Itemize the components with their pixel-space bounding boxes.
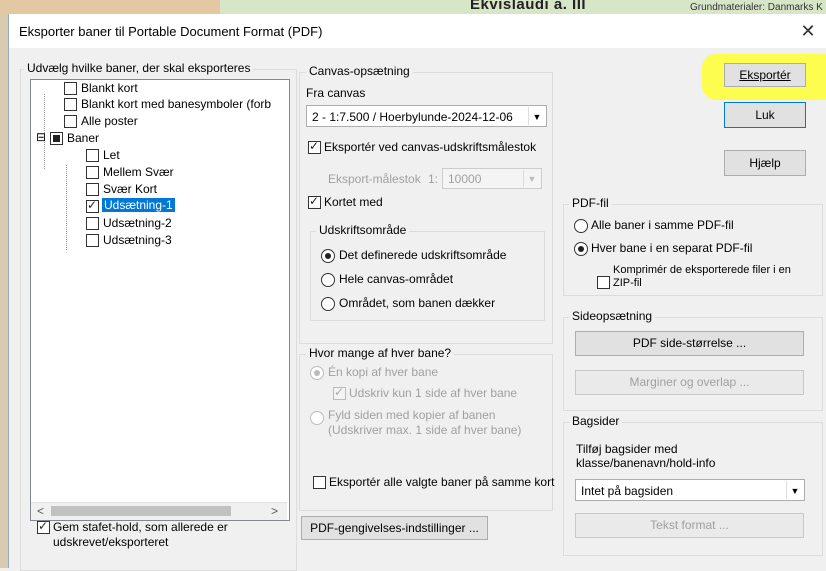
course-tree[interactable]: Blankt kort Blankt kort med banesymboler… xyxy=(30,79,290,521)
radio-defined-area[interactable] xyxy=(321,249,335,263)
checkbox-save-relay[interactable]: ✓ xyxy=(37,519,50,534)
chevron-down-icon: ▼ xyxy=(786,481,803,499)
checkbox-blank-map[interactable] xyxy=(64,82,77,95)
checkbox-blank-map-symbols[interactable] xyxy=(64,98,77,111)
collapse-icon[interactable]: ⊟ xyxy=(36,130,46,144)
back-pages-group-title: Bagsider xyxy=(569,414,623,428)
export-scale-label: Eksport-målestok xyxy=(328,172,421,186)
radio-all-same-pdf[interactable] xyxy=(574,219,588,233)
scroll-left-icon[interactable]: < xyxy=(37,504,44,518)
radio-dot xyxy=(314,370,320,376)
pdf-file-group-title: PDF-fil xyxy=(569,196,612,210)
courses-group-title: Udvælg hvilke baner, der skal eksportere… xyxy=(24,61,254,75)
radio-dot xyxy=(325,253,331,259)
checkbox-all-controls[interactable] xyxy=(64,115,77,128)
checkbox-udsaetning-1[interactable]: ✓ xyxy=(86,198,99,213)
fill-page-note: (Udskriver max. 1 side af hver bane) xyxy=(328,423,522,437)
checkbox-courses[interactable] xyxy=(50,132,63,145)
tree-item-mellem-svaer[interactable]: Mellem Svær xyxy=(103,165,174,179)
background-map-edge xyxy=(0,16,8,568)
tree-item-let[interactable]: Let xyxy=(103,148,120,162)
title-bar: Eksporter baner til Portable Document Fo… xyxy=(9,14,826,48)
export-scale-value: 10000 xyxy=(448,172,482,186)
tree-item-all-controls[interactable]: Alle poster xyxy=(81,114,138,128)
radio-whole-canvas-label: Hele canvas-området xyxy=(339,272,454,286)
checkbox-svaer-kort[interactable] xyxy=(86,183,99,196)
checkbox-udsaetning-3[interactable] xyxy=(86,234,99,247)
back-pages-description-line1: Tilføj bagsider med xyxy=(576,442,678,456)
scroll-right-icon[interactable]: > xyxy=(271,504,278,518)
canvas-select[interactable]: 2 - 1:7.500 / Hoerbylunde-2024-12-06 ▼ xyxy=(306,105,547,127)
print-area-title: Udskriftsområde xyxy=(316,223,410,237)
tree-item-blank-map-symbols[interactable]: Blankt kort med banesymboler (forb xyxy=(81,97,271,111)
checkbox-udsaetning-2[interactable] xyxy=(86,217,99,230)
export-canvas-scale-label: Eksportér ved canvas-udskriftsmålestok xyxy=(324,140,537,154)
tree-item-courses[interactable]: Baner xyxy=(67,131,99,145)
checkmark-icon: ✓ xyxy=(309,194,320,208)
margins-button[interactable]: Marginer og overlap ... xyxy=(575,370,804,395)
tree-item-blank-map[interactable]: Blankt kort xyxy=(81,81,138,95)
page-size-button[interactable]: PDF side-størrelse ... xyxy=(575,331,804,356)
help-button[interactable]: Hjælp xyxy=(724,150,806,176)
one-side-only-label: Udskriv kun 1 side af hver bane xyxy=(349,386,518,400)
checkbox-let[interactable] xyxy=(86,149,99,162)
copies-group-title: Hvor mange af hver bane? xyxy=(306,346,455,360)
canvas-group-title: Canvas-opsætning xyxy=(306,64,413,78)
back-pages-description-line2: klasse/banenavn/hold-info xyxy=(576,456,716,470)
export-button[interactable]: Eksportér xyxy=(724,63,806,87)
checkbox-mellem-svaer[interactable] xyxy=(86,166,99,179)
radio-all-same-pdf-label: Alle baner i samme PDF-fil xyxy=(591,218,734,232)
tree-item-udsaetning-3[interactable]: Udsætning-3 xyxy=(103,233,172,247)
scrollbar-thumb[interactable] xyxy=(51,506,231,516)
from-canvas-label: Fra canvas xyxy=(306,86,366,100)
radio-fill-page-label: Fyld siden med kopier af banen xyxy=(328,408,496,422)
radio-course-area[interactable] xyxy=(321,297,335,311)
save-relay-label: Gem stafet-hold, som allerede er udskrev… xyxy=(53,520,228,549)
radio-one-copy[interactable] xyxy=(310,366,324,380)
partial-check-icon xyxy=(53,135,60,142)
map-info: Grundmaterialer: Danmarks K xyxy=(690,2,823,13)
radio-whole-canvas[interactable] xyxy=(321,273,335,287)
checkbox-export-canvas-scale[interactable]: ✓ xyxy=(308,139,321,154)
back-pages-select-value: Intet på bagsiden xyxy=(581,484,674,498)
chevron-down-icon: ▼ xyxy=(528,107,545,125)
checkmark-icon: ✓ xyxy=(87,198,98,212)
checkmark-icon: ✓ xyxy=(309,139,320,153)
checkbox-with-map[interactable]: ✓ xyxy=(308,194,321,209)
render-settings-button[interactable]: PDF-gengivelses-indstillinger ... xyxy=(301,516,488,540)
radio-one-copy-label: Én kopi af hver bane xyxy=(328,365,439,379)
chevron-down-icon: ▼ xyxy=(523,170,540,187)
checkbox-zip[interactable] xyxy=(597,276,610,289)
radio-dot xyxy=(578,246,584,252)
map-title: Ekvislaudi a. III xyxy=(470,0,587,13)
radio-fill-page[interactable] xyxy=(310,411,324,425)
text-format-button[interactable]: Tekst format ... xyxy=(575,513,804,538)
canvas-select-value: 2 - 1:7.500 / Hoerbylunde-2024-12-06 xyxy=(312,110,513,124)
close-icon[interactable]: ✕ xyxy=(795,18,821,44)
scale-prefix: 1: xyxy=(428,172,439,186)
tree-item-svaer-kort[interactable]: Svær Kort xyxy=(103,182,157,196)
with-map-label: Kortet med xyxy=(324,195,383,209)
radio-course-area-label: Området, som banen dækker xyxy=(339,296,496,310)
zip-label-line1: Komprimér de eksporterede filer i en xyxy=(613,264,791,276)
export-pdf-dialog: Eksporter baner til Portable Document Fo… xyxy=(8,14,826,571)
tree-item-udsaetning-2[interactable]: Udsætning-2 xyxy=(103,216,172,230)
export-scale-select[interactable]: 10000 ▼ xyxy=(442,168,542,189)
dialog-title: Eksporter baner til Portable Document Fo… xyxy=(19,24,323,39)
tree-line xyxy=(66,165,67,250)
checkbox-export-same-map[interactable] xyxy=(313,476,326,489)
radio-separate-pdf[interactable] xyxy=(574,242,588,256)
checkbox-one-side-only[interactable]: ✓ xyxy=(333,385,346,400)
close-button[interactable]: Luk xyxy=(724,102,806,128)
zip-label-line2: ZIP-fil xyxy=(613,277,642,289)
checkmark-icon: ✓ xyxy=(334,385,345,399)
radio-defined-area-label: Det definerede udskriftsområde xyxy=(339,248,507,262)
tree-item-udsaetning-1[interactable]: Udsætning-1 xyxy=(102,198,175,212)
export-same-map-label: Eksportér alle valgte baner på samme kor… xyxy=(329,475,555,489)
radio-separate-pdf-label: Hver bane i en separat PDF-fil xyxy=(591,241,753,255)
horizontal-scrollbar[interactable]: < > xyxy=(31,502,287,520)
checkmark-icon: ✓ xyxy=(38,519,49,533)
page-setup-group-title: Sideopsætning xyxy=(569,309,656,323)
back-pages-select[interactable]: Intet på bagsiden ▼ xyxy=(575,479,805,501)
